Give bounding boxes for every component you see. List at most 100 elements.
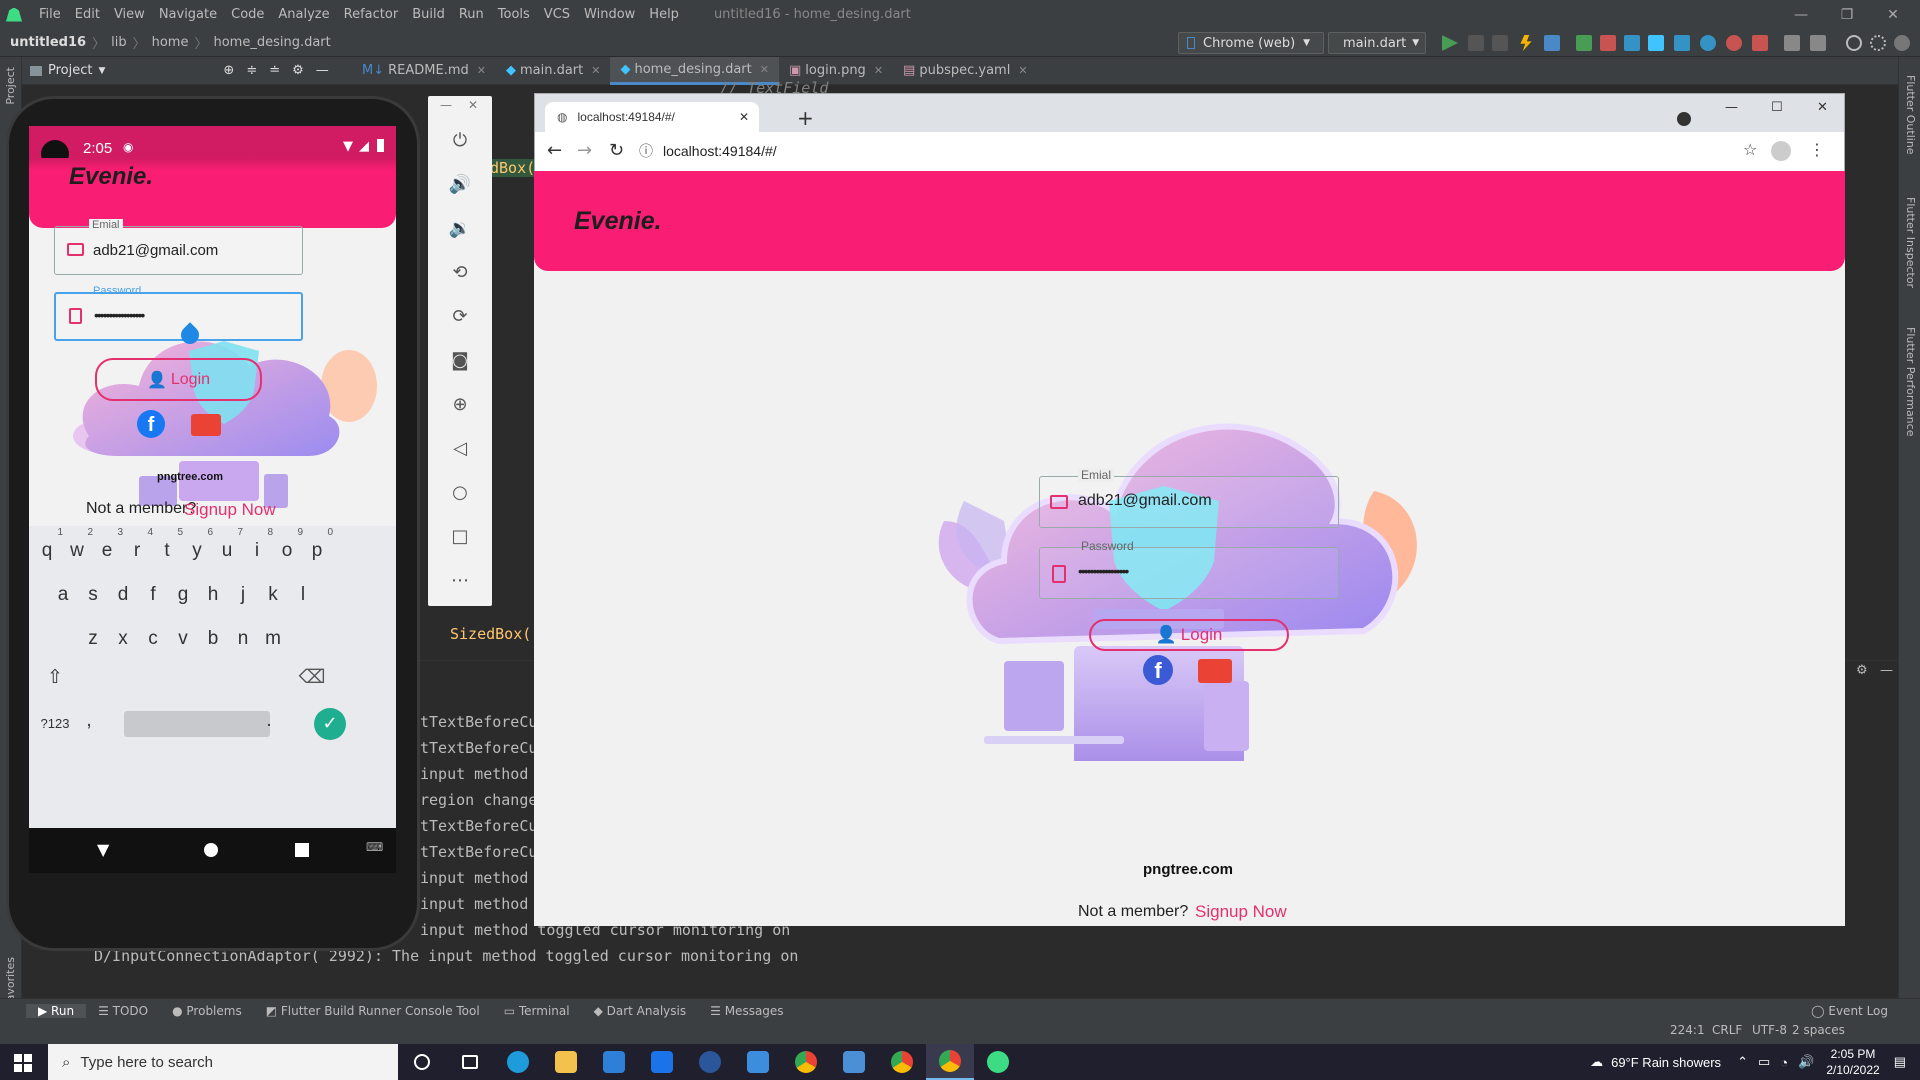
hide-icon[interactable]: — [316, 63, 329, 78]
menu-refactor[interactable]: Refactor [337, 7, 406, 22]
tool-problems[interactable]: ● Problems [160, 1004, 254, 1018]
indent-setting[interactable]: 2 spaces [1792, 1022, 1845, 1038]
back-icon[interactable]: ← [547, 140, 562, 161]
project-tool-window-label[interactable]: Project [4, 67, 17, 105]
cortana-icon[interactable] [398, 1044, 446, 1080]
menu-edit[interactable]: Edit [68, 7, 107, 22]
new-tab-icon[interactable]: + [797, 106, 814, 130]
volume-icon[interactable]: 🔊 [1798, 1054, 1814, 1070]
store-icon[interactable] [590, 1044, 638, 1080]
menu-run[interactable]: Run [452, 7, 491, 22]
tool-run[interactable]: ▶ Run [26, 1003, 87, 1018]
tab-readme[interactable]: M↓ README.md ✕ [352, 57, 496, 85]
volume-down-icon[interactable]: 🔉 [448, 216, 472, 240]
chrome-icon[interactable] [782, 1044, 830, 1080]
search-everywhere-red-icon[interactable] [1726, 35, 1742, 51]
run-config-selector[interactable]: main.dart ▼ [1328, 32, 1426, 54]
period-key[interactable]: . [251, 710, 287, 732]
browser-menu-icon[interactable]: ⋮ [1809, 140, 1825, 159]
task-view-icon[interactable] [446, 1044, 494, 1080]
minimize-icon[interactable]: — [1778, 0, 1824, 29]
weather-icon[interactable]: ☁ [1590, 1054, 1603, 1070]
breadcrumb-file[interactable]: home_desing.dart [207, 35, 336, 50]
maximize-icon[interactable]: ☐ [1771, 100, 1783, 115]
emulator-minimize-icon[interactable]: — [440, 98, 452, 112]
facebook-icon[interactable]: f [137, 410, 165, 438]
menu-analyze[interactable]: Analyze [271, 7, 336, 22]
menu-window[interactable]: Window [577, 7, 642, 22]
gear-icon[interactable]: ⚙ [292, 63, 304, 78]
taskbar-clock[interactable]: 2:05 PM 2/10/2022 [1826, 1046, 1879, 1078]
recents-nav-icon[interactable] [295, 843, 309, 857]
stop-icon[interactable] [1600, 35, 1616, 51]
wrench-icon[interactable] [1674, 35, 1690, 51]
gear-icon[interactable]: ⚙ [1856, 663, 1868, 678]
bookmark-star-icon[interactable]: ☆ [1743, 140, 1757, 159]
sdk-manager-icon[interactable] [1810, 35, 1826, 51]
locate-icon[interactable]: ⊕ [223, 63, 234, 78]
tool-todo[interactable]: ☰ TODO [86, 1004, 160, 1018]
tool-dart-analysis[interactable]: ◆ Dart Analysis [582, 1004, 699, 1018]
overview-icon[interactable]: □ [448, 524, 472, 548]
project-panel-header[interactable]: Project ▼ ⊕ ≑ ≐ ⚙ — [0, 57, 352, 85]
word-icon[interactable] [686, 1044, 734, 1080]
attach-icon[interactable] [1576, 35, 1592, 51]
expand-all-icon[interactable]: ≑ [246, 63, 257, 78]
file-encoding[interactable]: UTF-8 [1752, 1022, 1787, 1038]
breadcrumb-home[interactable]: home [146, 35, 195, 50]
close-tab-icon[interactable]: ✕ [477, 64, 486, 77]
tray-chevron-icon[interactable]: ⌃ [1737, 1054, 1748, 1070]
chrome-canary-icon[interactable] [878, 1044, 926, 1080]
rotate-right-icon[interactable]: ⟳ [448, 304, 472, 328]
caret-position[interactable]: 224:1 [1670, 1022, 1705, 1038]
key-m[interactable]: m [255, 628, 291, 650]
gmail-icon[interactable] [191, 414, 221, 436]
file-explorer-icon[interactable] [542, 1044, 590, 1080]
menu-code[interactable]: Code [224, 7, 271, 22]
flutter-inspector-label[interactable]: Flutter Inspector [1904, 197, 1917, 288]
line-separator[interactable]: CRLF [1712, 1022, 1742, 1038]
close-window-icon[interactable]: ✕ [1817, 100, 1828, 115]
breadcrumb-project[interactable]: untitled16 [0, 35, 92, 50]
reload-icon[interactable]: ↻ [609, 140, 624, 161]
windows-start-icon[interactable] [14, 1054, 32, 1072]
debug-icon[interactable] [1468, 35, 1484, 51]
phone-password-field[interactable]: Password ••••••••••••••••• [54, 285, 303, 348]
close-tab-icon[interactable]: ✕ [591, 64, 600, 77]
more-icon[interactable]: ⋯ [448, 568, 472, 592]
android-studio-icon[interactable] [974, 1044, 1022, 1080]
home-icon[interactable]: ○ [448, 480, 472, 504]
folder-app-icon[interactable] [830, 1044, 878, 1080]
web-signup-link[interactable]: Signup Now [1195, 902, 1287, 922]
gear-icon[interactable] [1870, 35, 1886, 51]
facebook-icon[interactable]: f [1143, 655, 1173, 685]
tab-main-dart[interactable]: ◆ main.dart ✕ [496, 57, 611, 85]
weather-text[interactable]: 69°F Rain showers [1611, 1055, 1721, 1070]
menu-view[interactable]: View [107, 7, 152, 22]
phone-login-button[interactable]: 👤 Login [95, 358, 262, 401]
edge-icon[interactable] [494, 1044, 542, 1080]
mail-icon[interactable] [638, 1044, 686, 1080]
hot-reload-icon[interactable] [1520, 35, 1532, 51]
menu-navigate[interactable]: Navigate [152, 7, 224, 22]
flutter-performance-label[interactable]: Flutter Performance [1904, 327, 1917, 436]
volume-up-icon[interactable]: 🔊 [448, 172, 472, 196]
tool-build-runner[interactable]: ◩ Flutter Build Runner Console Tool [254, 1004, 492, 1018]
web-app-viewport[interactable]: Evenie. Emial adb21@gmail.com Password •… [534, 171, 1845, 926]
hide-icon[interactable]: — [1880, 663, 1893, 678]
backspace-key[interactable]: ⌫ [294, 666, 330, 689]
close-tab-icon[interactable]: ✕ [760, 63, 769, 76]
key-l[interactable]: l [285, 584, 321, 606]
close-icon[interactable]: ✕ [1870, 0, 1916, 29]
shift-key[interactable]: ⇧ [37, 666, 73, 689]
flutter-outline-label[interactable]: Flutter Outline [1904, 75, 1917, 155]
search-icon[interactable] [1846, 35, 1862, 51]
comma-key[interactable]: , [71, 710, 107, 732]
tab-pubspec[interactable]: ▤ pubspec.yaml ✕ [893, 57, 1038, 85]
menu-file[interactable]: File [32, 7, 68, 22]
trash-icon[interactable] [1752, 35, 1768, 51]
battery-icon[interactable]: ▭ [1758, 1054, 1770, 1070]
key-p[interactable]: p0 [299, 527, 335, 562]
address-bar[interactable]: ⓘ localhost:49184/#/ [639, 137, 1739, 165]
tool-terminal[interactable]: ▭ Terminal [492, 1004, 582, 1018]
